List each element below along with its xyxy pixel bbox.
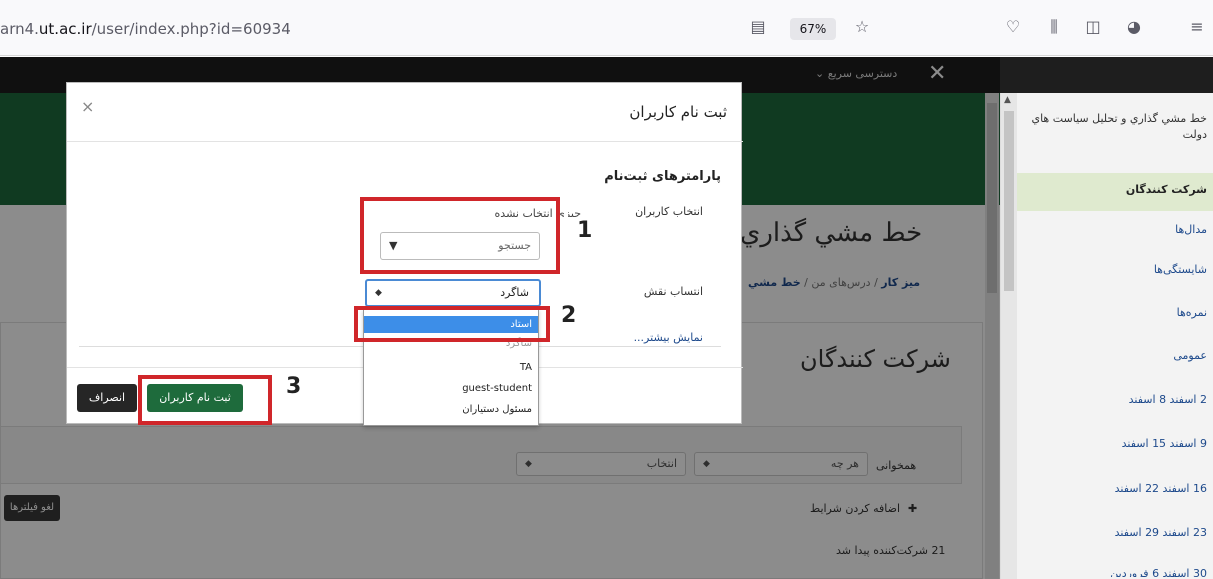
annotation-number-1: 1 (577, 218, 593, 243)
drawer-item-participants[interactable]: شرکت کنندگان (1017, 183, 1207, 196)
drawer-item-7[interactable]: 23 اسفند 29 اسفند (1017, 526, 1207, 539)
role-option-ta[interactable]: TA (364, 359, 538, 376)
drawer-item-6[interactable]: 16 اسفند 22 اسفند (1017, 482, 1207, 495)
drawer-item-4[interactable]: 2 اسفند 8 اسفند (1017, 393, 1207, 406)
reader-view-icon[interactable]: ▤ (748, 17, 768, 37)
course-drawer: ▲ خط مشي گذاري و تحليل سياست هاي دولت شر… (1000, 93, 1213, 579)
drawer-item-2[interactable]: نمره‌ها (1017, 306, 1207, 319)
dialog-close-icon[interactable]: × (81, 97, 94, 116)
browser-toolbar: arn4.ut.ac.ir/user/index.php?id=60934 ▤ … (0, 0, 1213, 56)
url-prefix: arn4. (0, 20, 39, 38)
zoom-level-badge[interactable]: 67% (790, 18, 836, 40)
dialog-title: ثبت نام کاربران (629, 103, 727, 121)
annotation-number-2: 2 (561, 303, 577, 328)
library-icon[interactable]: ⫼ (1044, 17, 1064, 37)
extensions-icon[interactable]: ◕ (1124, 17, 1144, 37)
divider (67, 141, 743, 142)
drawer-item-0[interactable]: مدال‌ها (1017, 223, 1207, 236)
select-arrows-icon: ◆ (375, 288, 382, 298)
role-select-value: شاگرد (500, 286, 529, 299)
drawer-item-1[interactable]: شایستگی‌ها (1017, 263, 1207, 276)
url-host: ut.ac.ir (38, 20, 92, 38)
drawer-item-8[interactable]: 30 اسفند 6 فروردين (1017, 567, 1207, 577)
annotation-box-3 (138, 375, 272, 425)
annotation-box-1 (360, 197, 560, 274)
scroll-up-icon[interactable]: ▲ (1004, 95, 1011, 105)
annotation-number-3: 3 (286, 374, 302, 399)
sidebar-icon[interactable]: ◫ (1083, 17, 1103, 37)
role-option-guest-student[interactable]: guest-student (364, 380, 538, 397)
annotation-box-2 (354, 306, 550, 342)
select-users-label: انتخاب کاربران (635, 205, 703, 218)
url-path: /user/index.php?id=60934 (91, 20, 291, 38)
role-select[interactable]: شاگرد ◆ (365, 279, 541, 307)
drawer-course-name[interactable]: خط مشي گذاري و تحليل سياست هاي دولت (1017, 111, 1207, 143)
show-more-link[interactable]: نمایش بیشتر... (634, 331, 703, 344)
bookmark-star-icon[interactable]: ☆ (852, 17, 872, 37)
cancel-button[interactable]: انصراف (77, 384, 137, 412)
enrolment-options-heading: پارامترهای ثبت‌نام (604, 169, 721, 184)
drawer-scrollbar[interactable]: ▲ (1001, 93, 1017, 579)
drawer-item-3[interactable]: عمومی (1017, 349, 1207, 362)
url-bar[interactable]: arn4.ut.ac.ir/user/index.php?id=60934 (0, 20, 291, 38)
role-option-assistant-manager[interactable]: مسئول دستیاران (364, 401, 538, 418)
drawer-item-5[interactable]: 9 اسفند 15 اسفند (1017, 437, 1207, 450)
pocket-icon[interactable]: ♡ (1003, 17, 1023, 37)
assign-role-label: انتساب نقش (643, 285, 703, 298)
drawer-scroll-thumb[interactable] (1004, 111, 1014, 291)
menu-icon[interactable]: ≡ (1187, 17, 1207, 37)
